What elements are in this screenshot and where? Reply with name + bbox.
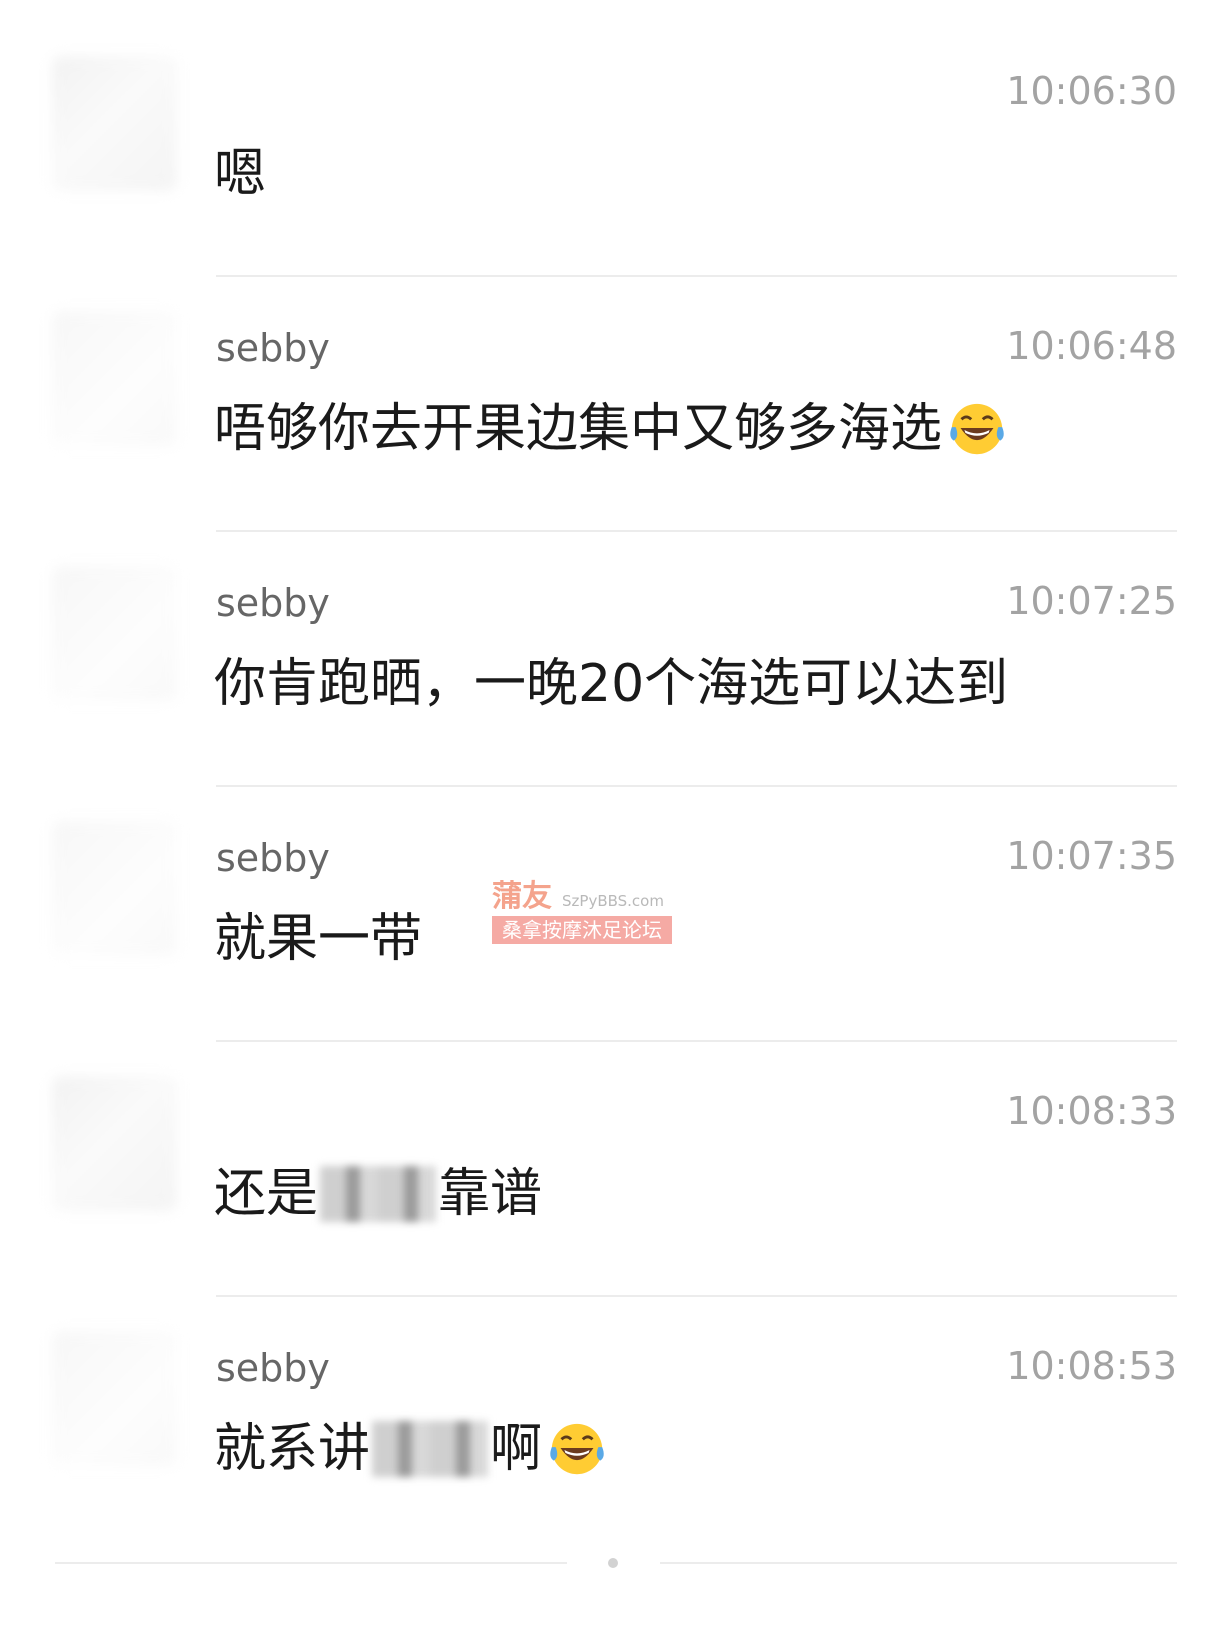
message-text: 就果一带: [214, 909, 423, 969]
message-time: 10:07:25: [1006, 579, 1177, 623]
redacted-text: [372, 1421, 489, 1477]
avatar[interactable]: [52, 1076, 177, 1211]
message-text-end: 啊: [490, 1419, 543, 1479]
message-time: 10:08:33: [1006, 1089, 1177, 1133]
message-time: 10:08:53: [1006, 1344, 1177, 1388]
avatar[interactable]: [52, 566, 177, 701]
message-text-row: 就果一带: [214, 905, 422, 973]
message-text-row: 唔够你去开果边集中又够多海选: [214, 395, 1008, 463]
avatar[interactable]: [52, 311, 177, 446]
message-time: 10:07:35: [1006, 834, 1177, 878]
avatar[interactable]: [52, 821, 177, 956]
chat-message[interactable]: 10:06:30 嗯: [0, 22, 1228, 277]
message-text: 嗯: [214, 144, 267, 204]
message-text-row: 还是 靠谱: [214, 1160, 542, 1228]
sender-name: sebby: [216, 1346, 330, 1390]
message-text-end: 靠谱: [438, 1164, 543, 1224]
message-time: 10:06:48: [1006, 324, 1177, 368]
forum-watermark: 蒲友 SzPyBBS.com 桑拿按摩沐足论坛: [492, 880, 674, 946]
message-text-row: 就系讲 啊: [214, 1415, 608, 1483]
message-text-row: 嗯: [214, 140, 266, 208]
watermark-subtitle: 桑拿按摩沐足论坛: [492, 916, 672, 944]
sender-name: sebby: [216, 581, 330, 625]
chat-message[interactable]: sebby 10:06:48 唔够你去开果边集中又够多海选: [0, 277, 1228, 532]
chat-message[interactable]: sebby 10:07:25 你肯跑晒，一晚20个海选可以达到: [0, 532, 1228, 787]
watermark-site: SzPyBBS.com: [562, 892, 664, 910]
chat-message[interactable]: 10:08:33 还是 靠谱: [0, 1042, 1228, 1297]
message-text: 你肯跑晒，一晚20个海选可以达到: [214, 654, 1009, 714]
watermark-title: 蒲友: [492, 879, 552, 914]
message-text-start: 还是: [214, 1164, 319, 1224]
laughing-tears-emoji-icon: [950, 403, 1004, 455]
chat-history-page: 10:06:30 嗯 sebby 10:06:48 唔够你去开果边集中又够多海选: [0, 0, 1228, 1649]
message-text-row: 你肯跑晒，一晚20个海选可以达到: [214, 650, 1008, 718]
avatar[interactable]: [52, 1331, 177, 1466]
footer-dot: [608, 1558, 618, 1568]
message-time: 10:06:30: [1006, 69, 1177, 113]
message-text-start: 就系讲: [214, 1419, 371, 1479]
laughing-tears-emoji-icon: [550, 1423, 604, 1475]
footer-divider-right: [660, 1562, 1177, 1564]
footer-divider-left: [55, 1562, 567, 1564]
avatar[interactable]: [52, 56, 177, 191]
chat-message[interactable]: sebby 10:08:53 就系讲 啊: [0, 1297, 1228, 1552]
message-text: 唔够你去开果边集中又够多海选: [214, 399, 943, 459]
sender-name: sebby: [216, 836, 330, 880]
redacted-text: [320, 1166, 437, 1222]
sender-name: sebby: [216, 326, 330, 370]
